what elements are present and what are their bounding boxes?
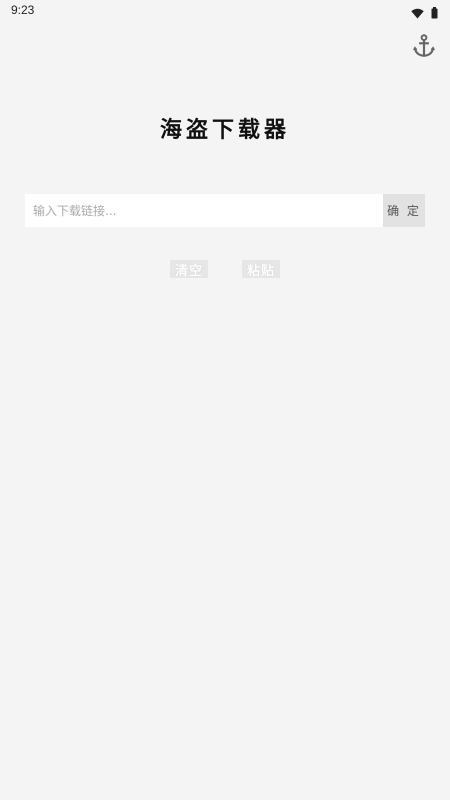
status-bar: 9:23	[0, 0, 450, 22]
anchor-icon	[411, 33, 437, 63]
status-time: 9:23	[11, 3, 35, 17]
status-icons	[411, 4, 438, 23]
anchor-button[interactable]	[408, 32, 440, 64]
battery-icon	[431, 4, 438, 23]
paste-button[interactable]: 粘贴	[242, 260, 280, 279]
url-input[interactable]	[25, 194, 383, 227]
wifi-icon	[411, 4, 424, 23]
clear-button[interactable]: 清空	[170, 260, 208, 279]
app-title: 海盗下载器	[159, 117, 290, 143]
url-input-row: 确 定	[25, 194, 425, 227]
confirm-button[interactable]: 确 定	[383, 194, 425, 227]
